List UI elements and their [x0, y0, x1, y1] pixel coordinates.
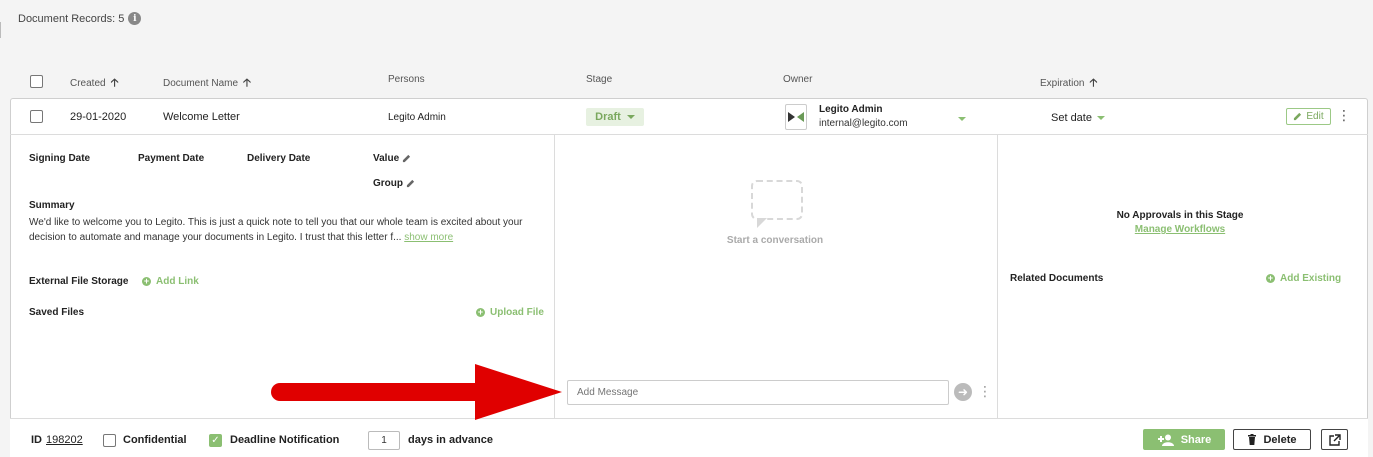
add-link-label: Add Link — [156, 276, 199, 287]
delivery-date-label[interactable]: Delivery Date — [247, 153, 310, 164]
upload-file-button[interactable]: + Upload File — [476, 307, 544, 318]
column-label: Owner — [783, 74, 813, 85]
message-more-icon[interactable]: ⋮ — [978, 384, 992, 398]
pencil-icon — [403, 154, 411, 163]
send-arrow-icon[interactable]: ➜ — [954, 383, 972, 401]
expiration-label: Set date — [1051, 112, 1092, 124]
column-label: Document Name — [163, 78, 239, 89]
summary-label: Summary — [29, 200, 75, 211]
owner-avatar — [785, 104, 807, 130]
plus-icon: + — [142, 276, 151, 286]
confidential-label: Confidential — [123, 434, 187, 446]
stage-label: Draft — [595, 111, 621, 123]
sort-arrow-icon: 🡡 — [110, 77, 119, 89]
confidential-checkbox[interactable] — [103, 434, 116, 447]
summary-text: We'd like to welcome you to Legito. This… — [29, 215, 544, 245]
persons-value: Legito Admin — [388, 112, 446, 123]
deadline-notification-checkbox[interactable]: ✓ — [209, 434, 222, 447]
group-field[interactable]: Group — [373, 178, 415, 189]
annotation-arrow-icon — [271, 364, 562, 420]
add-user-icon — [1157, 434, 1174, 446]
column-label: Created — [70, 78, 106, 89]
add-link-button[interactable]: + Add Link — [142, 276, 199, 287]
column-label: Stage — [586, 74, 613, 85]
plus-icon: + — [476, 307, 485, 317]
records-header: Document Records: 5 i — [18, 12, 142, 25]
add-message-input[interactable] — [567, 380, 949, 405]
days-in-advance-label: days in advance — [408, 434, 493, 446]
edit-label: Edit — [1306, 111, 1324, 122]
add-existing-label: Add Existing — [1280, 273, 1342, 284]
info-icon[interactable]: i — [128, 12, 142, 25]
delete-button[interactable]: Delete — [1233, 429, 1311, 450]
records-count: Document Records: 5 — [18, 12, 125, 25]
saved-files-label: Saved Files — [29, 307, 85, 318]
pencil-icon — [1294, 112, 1302, 121]
value-label: Value — [373, 153, 400, 164]
delete-label: Delete — [1263, 433, 1297, 446]
row-checkbox[interactable] — [30, 110, 43, 123]
page: Document Records: 5 i Created 🡡 Document… — [0, 0, 1373, 457]
column-label: Persons — [388, 74, 425, 85]
signing-date-label[interactable]: Signing Date — [29, 153, 90, 164]
column-header-stage[interactable]: Stage — [586, 74, 612, 85]
pencil-icon — [406, 179, 415, 188]
legito-logo-icon — [788, 112, 804, 122]
id-link[interactable]: 198202 — [46, 434, 83, 446]
no-approvals-text: No Approvals in this Stage — [1116, 210, 1244, 221]
start-conversation-text: Start a conversation — [726, 235, 824, 246]
value-field[interactable]: Value — [373, 153, 411, 164]
expiration-dropdown[interactable]: Set date — [1051, 112, 1105, 124]
chevron-down-icon — [1096, 116, 1105, 120]
owner-chevron-down-icon[interactable] — [958, 117, 966, 121]
created-date: 29-01-2020 — [70, 111, 127, 123]
id-label: ID — [31, 434, 42, 446]
divider — [0, 22, 1, 38]
plus-icon: + — [1266, 273, 1275, 283]
edit-button[interactable]: Edit — [1286, 108, 1331, 125]
chat-bubble-icon — [751, 180, 803, 220]
document-name-link[interactable]: Welcome Letter — [163, 111, 240, 123]
column-header-owner[interactable]: Owner — [783, 74, 812, 85]
row-more-icon[interactable]: ⋮ — [1337, 108, 1351, 122]
external-link-icon — [1328, 433, 1341, 446]
stage-dropdown[interactable]: Draft — [586, 108, 644, 126]
select-all-checkbox[interactable] — [30, 75, 43, 88]
share-label: Share — [1180, 433, 1212, 446]
column-header-document-name[interactable]: Document Name 🡡 — [163, 74, 251, 93]
column-label: Expiration — [1040, 78, 1085, 89]
add-existing-button[interactable]: + Add Existing — [1266, 273, 1341, 284]
group-label: Group — [373, 178, 403, 189]
show-more-link[interactable]: show more — [404, 232, 453, 243]
sort-arrow-icon: 🡡 — [243, 77, 251, 89]
column-header-created[interactable]: Created 🡡 — [70, 74, 118, 93]
column-header-persons[interactable]: Persons — [388, 74, 425, 85]
column-header-expiration[interactable]: Expiration 🡡 — [1040, 74, 1097, 93]
panel-divider — [997, 135, 998, 418]
trash-icon — [1248, 434, 1257, 445]
owner-name: Legito Admin — [819, 104, 883, 115]
payment-date-label[interactable]: Payment Date — [138, 153, 204, 164]
upload-file-label: Upload File — [490, 307, 544, 318]
related-documents-label: Related Documents — [1010, 273, 1104, 284]
chat-bubble-tail — [757, 218, 767, 228]
deadline-notification-label: Deadline Notification — [230, 434, 340, 446]
manage-workflows-link[interactable]: Manage Workflows — [1000, 224, 1360, 235]
document-id: ID 198202 — [31, 434, 83, 446]
share-button[interactable]: Share — [1143, 429, 1225, 450]
open-external-button[interactable] — [1321, 429, 1348, 450]
owner-email: internal@legito.com — [819, 118, 908, 129]
days-input[interactable]: 1 — [368, 431, 400, 450]
sort-arrow-icon: 🡡 — [1089, 77, 1098, 89]
chevron-down-icon — [626, 115, 635, 119]
external-storage-label: External File Storage — [29, 276, 129, 287]
